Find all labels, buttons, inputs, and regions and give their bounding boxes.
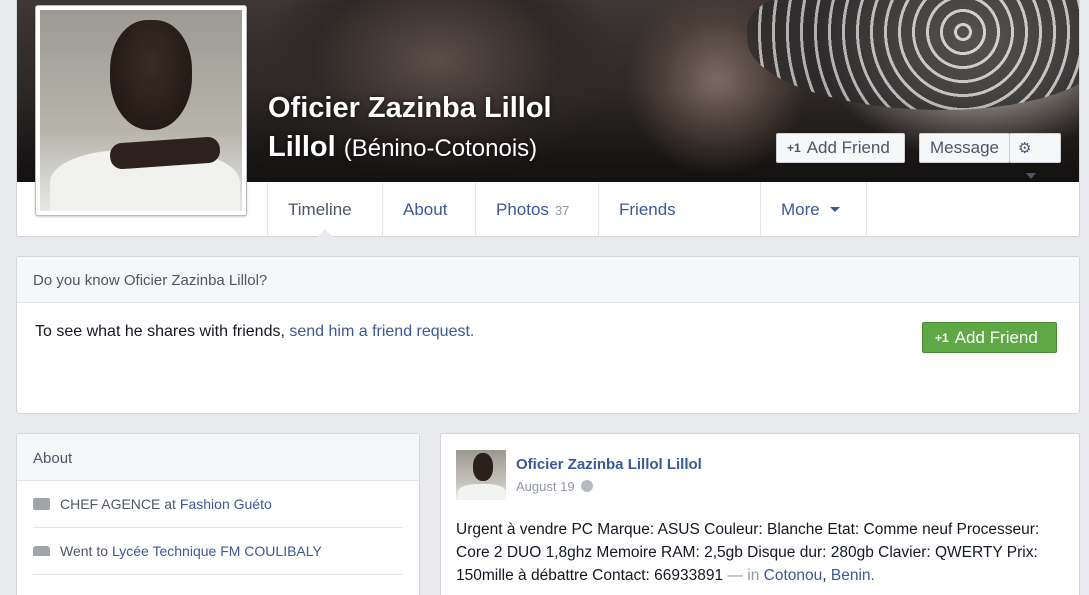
profile-name-line1: Oficier Zazinba Lillol	[268, 92, 552, 124]
about-card: About CHEF AGENCE at Fashion Guéto Went …	[16, 433, 420, 595]
post-date[interactable]: August 19	[516, 479, 575, 494]
post-avatar-face	[473, 453, 493, 481]
friend-request-text: To see what he shares with friends,	[35, 323, 285, 340]
add-friend-icon: +1	[787, 141, 801, 155]
post-author-name[interactable]: Oficier Zazinba Lillol Lillol	[516, 456, 702, 473]
post-author-avatar[interactable]	[456, 450, 506, 500]
message-button[interactable]: Message	[919, 133, 1010, 163]
profile-name-line2: Lillol	[268, 131, 336, 163]
settings-dropdown-button[interactable]: ⚙	[1009, 133, 1061, 179]
about-education-link[interactable]: Lycée Technique FM COULIBALY	[112, 527, 322, 575]
tab-timeline[interactable]: Timeline	[267, 182, 382, 237]
profile-tabs: Timeline About Photos 37 Friends More	[267, 182, 867, 237]
tab-photos-count: 37	[554, 203, 570, 218]
about-work-row: CHEF AGENCE at Fashion Guéto	[33, 481, 403, 528]
tab-photos[interactable]: Photos 37	[475, 182, 598, 236]
friend-request-heading: Do you know Oficier Zazinba Lillol?	[17, 257, 1079, 303]
tab-friends-label: Friends	[619, 200, 676, 219]
avatar-face	[110, 20, 192, 130]
message-label: Message	[930, 138, 999, 157]
add-friend-button[interactable]: +1 Add Friend	[776, 133, 905, 163]
add-friend-icon: +1	[935, 331, 949, 345]
gear-icon: ⚙	[1018, 140, 1032, 157]
add-friend-label: Add Friend	[806, 138, 890, 157]
tab-friends[interactable]: Friends	[598, 182, 760, 236]
about-education-row: Went to Lycée Technique FM COULIBALY	[33, 528, 403, 575]
profile-picture-image	[40, 10, 242, 211]
profile-header: Oficier Zazinba Lillol Lillol (Bénino-Co…	[16, 0, 1080, 237]
globe-icon[interactable]	[580, 480, 593, 492]
tab-timeline-label: Timeline	[288, 200, 352, 219]
timeline-post: Oficier Zazinba Lillol Lillol August 19 …	[440, 433, 1080, 595]
friend-request-prompt: Do you know Oficier Zazinba Lillol? To s…	[16, 256, 1080, 414]
tab-more-label: More	[781, 200, 820, 219]
school-icon	[33, 546, 50, 556]
chevron-down-icon	[829, 207, 840, 212]
profile-alternate-name: (Bénino-Cotonois)	[343, 135, 538, 162]
about-heading: About	[17, 434, 419, 481]
tab-about[interactable]: About	[382, 182, 475, 236]
profile-name-line2-wrap: Lillol (Bénino-Cotonois)	[268, 128, 598, 168]
send-friend-request-link[interactable]: send him a friend request.	[289, 323, 474, 340]
add-friend-primary-label: Add Friend	[954, 328, 1038, 347]
post-location-country[interactable]: Benin.	[831, 567, 875, 584]
add-friend-primary-button[interactable]: +1 Add Friend	[922, 322, 1057, 353]
post-text-wrap: Urgent à vendre PC Marque: ASUS Couleur:…	[456, 521, 1040, 584]
profile-picture[interactable]	[35, 5, 247, 216]
friend-request-text-wrap: To see what he shares with friends, send…	[35, 323, 474, 341]
post-location-prefix: — in	[727, 567, 760, 584]
post-location-city[interactable]: Cotonou	[764, 567, 823, 584]
tab-about-label: About	[403, 200, 448, 219]
tab-more[interactable]: More	[760, 182, 867, 236]
tab-photos-label: Photos	[496, 200, 549, 219]
briefcase-icon	[33, 498, 50, 510]
about-work-link[interactable]: Fashion Guéto	[180, 480, 272, 528]
post-avatar-shirt	[458, 484, 506, 500]
about-education-prefix: Went to	[60, 543, 108, 559]
chevron-down-icon	[1026, 173, 1036, 179]
profile-name: Oficier Zazinba Lillol Lillol (Bénino-Co…	[268, 89, 598, 168]
post-meta: August 19	[516, 479, 593, 494]
about-work-prefix: CHEF AGENCE at	[60, 496, 176, 512]
